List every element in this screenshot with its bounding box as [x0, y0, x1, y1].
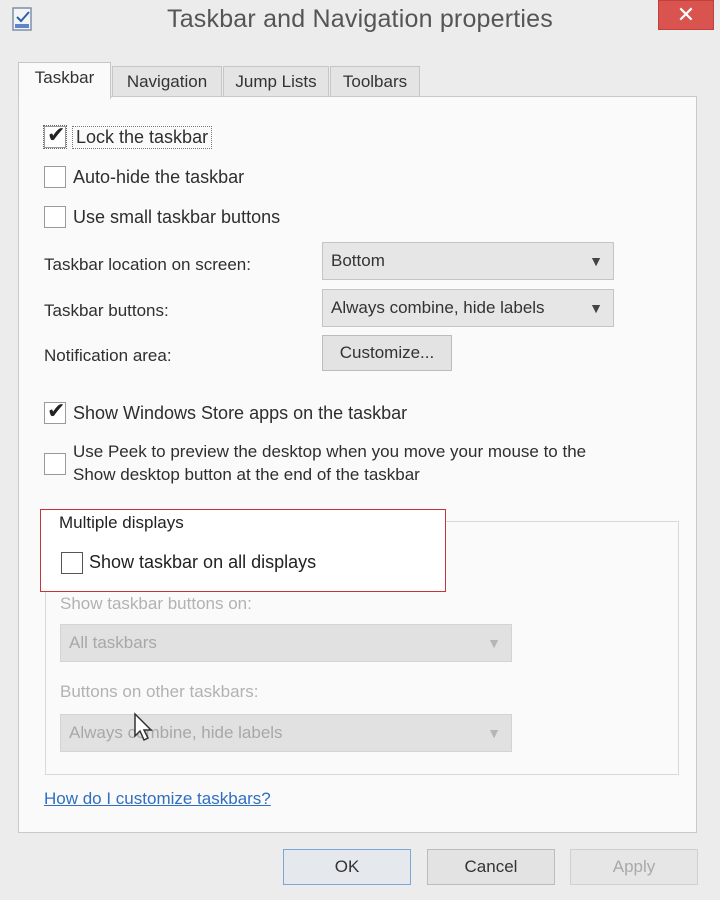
- lock-taskbar-checkbox[interactable]: ✔: [43, 122, 67, 149]
- multiple-displays-highlight: Multiple displays Show taskbar on all di…: [40, 509, 446, 592]
- chevron-down-icon: ▼: [589, 300, 603, 316]
- auto-hide-label: Auto-hide the taskbar: [73, 167, 245, 187]
- ok-button[interactable]: OK: [283, 849, 411, 885]
- window-title: Taskbar and Navigation properties: [167, 5, 553, 33]
- tab-navigation[interactable]: Navigation: [112, 66, 222, 98]
- taskbar-buttons-select[interactable]: Always combine, hide labels ▼: [322, 289, 614, 327]
- apply-button[interactable]: Apply: [570, 849, 698, 885]
- checkmark-icon: ✔: [47, 122, 66, 147]
- small-buttons-label: Use small taskbar buttons: [73, 207, 281, 227]
- taskbar-location-select[interactable]: Bottom ▼: [322, 242, 614, 280]
- chevron-down-icon: ▼: [487, 635, 501, 651]
- lock-taskbar-label: Lock the taskbar: [71, 126, 213, 149]
- taskbar-location-value: Bottom: [331, 251, 385, 270]
- store-apps-label: Show Windows Store apps on the taskbar: [73, 403, 408, 423]
- tab-taskbar[interactable]: Taskbar: [18, 62, 111, 99]
- cancel-button[interactable]: Cancel: [427, 849, 555, 885]
- chevron-down-icon: ▼: [487, 725, 501, 741]
- show-buttons-on-label: Show taskbar buttons on:: [60, 594, 252, 613]
- customize-button[interactable]: Customize...: [322, 335, 452, 371]
- other-buttons-select[interactable]: Always combine, hide labels ▼: [60, 714, 512, 752]
- taskbar-buttons-value: Always combine, hide labels: [331, 298, 545, 317]
- taskbar-tab-panel: ✔ Lock the taskbar Auto-hide the taskbar…: [18, 96, 697, 833]
- close-button[interactable]: ✕: [658, 0, 714, 30]
- tab-toolbars[interactable]: Toolbars: [330, 66, 420, 98]
- tab-jump-lists[interactable]: Jump Lists: [223, 66, 329, 98]
- taskbar-location-label: Taskbar location on screen:: [44, 255, 251, 274]
- properties-window: Taskbar and Navigation properties ✕ Task…: [0, 0, 720, 900]
- help-link[interactable]: How do I customize taskbars?: [44, 789, 271, 809]
- auto-hide-checkbox[interactable]: [44, 166, 66, 188]
- show-on-all-displays-checkbox[interactable]: [61, 552, 83, 574]
- other-buttons-value: Always combine, hide labels: [69, 723, 283, 742]
- small-buttons-checkbox[interactable]: [44, 206, 66, 228]
- checkmark-icon: ✔: [47, 398, 66, 423]
- peek-label-line2: Show desktop button at the end of the ta…: [73, 465, 420, 484]
- show-buttons-on-value: All taskbars: [69, 633, 157, 652]
- show-buttons-on-select[interactable]: All taskbars ▼: [60, 624, 512, 662]
- notification-area-label: Notification area:: [44, 346, 172, 365]
- peek-label-line1: Use Peek to preview the desktop when you…: [73, 442, 587, 461]
- store-apps-checkbox[interactable]: ✔: [44, 398, 66, 424]
- mouse-cursor-icon: [134, 712, 153, 742]
- other-buttons-label: Buttons on other taskbars:: [60, 682, 259, 701]
- chevron-down-icon: ▼: [589, 253, 603, 269]
- multiple-displays-legend: Multiple displays: [59, 513, 184, 532]
- title-bar: Taskbar and Navigation properties ✕: [0, 0, 720, 44]
- peek-checkbox[interactable]: [44, 453, 66, 475]
- taskbar-buttons-label: Taskbar buttons:: [44, 301, 169, 320]
- show-on-all-displays-label: Show taskbar on all displays: [89, 552, 317, 572]
